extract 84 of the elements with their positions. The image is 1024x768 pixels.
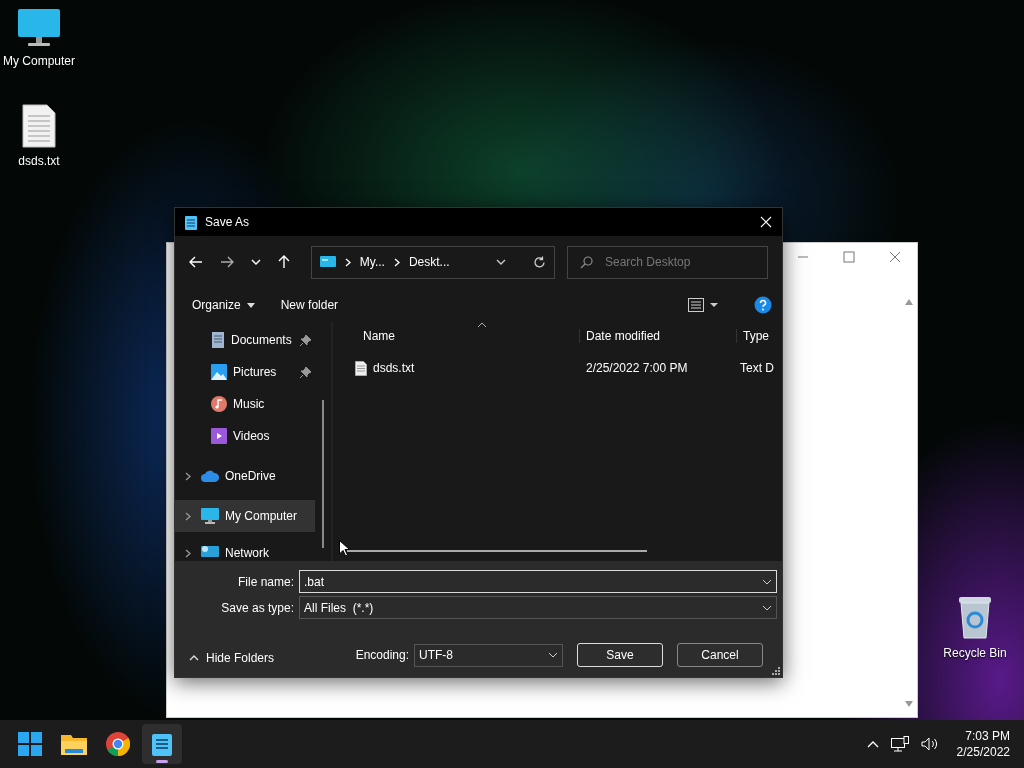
- recycle-bin-icon[interactable]: [957, 596, 993, 640]
- chevron-right-icon[interactable]: [185, 471, 191, 481]
- pin-icon[interactable]: [300, 334, 311, 346]
- folder-icon: [61, 733, 87, 755]
- file-name-label: File name:: [236, 574, 294, 589]
- document-icon: [211, 332, 225, 348]
- chevron-right-icon[interactable]: [185, 511, 191, 521]
- clock-date[interactable]: 2/25/2022: [956, 744, 1010, 760]
- chevron-down-icon: [548, 652, 558, 658]
- save-type-label: Save as type:: [220, 600, 294, 615]
- sort-caret-icon: [478, 322, 486, 327]
- hide-folders-button[interactable]: Hide Folders: [187, 647, 277, 669]
- column-header[interactable]: Date modified: [579, 329, 736, 343]
- nav-item[interactable]: Music: [175, 388, 315, 420]
- cancel-button[interactable]: Cancel: [677, 643, 763, 667]
- save-type-dropdown[interactable]: All Files (*.*): [299, 596, 777, 619]
- column-header[interactable]: Name: [333, 329, 579, 343]
- chevron-down-icon: [762, 604, 772, 611]
- up-arrow-icon[interactable]: [277, 255, 290, 269]
- save-button[interactable]: Save: [577, 643, 663, 667]
- search-box[interactable]: Search Desktop: [567, 245, 768, 279]
- network-icon: [201, 546, 219, 560]
- desktop-icon-label: dsds.txt: [18, 154, 60, 168]
- mouse-pointer-icon: [339, 540, 350, 557]
- resize-grip-icon[interactable]: [772, 667, 780, 675]
- file-date: 2/25/2022 7:00 PM: [585, 361, 689, 375]
- chevron-right-icon: [393, 257, 400, 267]
- chevron-right-icon[interactable]: [185, 548, 191, 558]
- nav-item[interactable]: Network: [175, 540, 315, 561]
- refresh-icon[interactable]: [533, 255, 546, 269]
- notepad-icon: [185, 214, 197, 230]
- new-folder-button[interactable]: New folder: [275, 296, 344, 314]
- search-icon: [580, 255, 593, 269]
- chevron-right-icon: [344, 257, 351, 267]
- document-icon: [355, 360, 367, 376]
- encoding-label: Encoding:: [355, 648, 409, 662]
- file-name-field[interactable]: .bat: [299, 570, 777, 593]
- monitor-icon: [201, 508, 219, 524]
- video-icon: [211, 428, 227, 444]
- notepad-icon: [152, 732, 172, 756]
- scroll-up-icon[interactable]: [905, 299, 913, 305]
- pin-icon[interactable]: [300, 366, 311, 378]
- chevron-up-icon[interactable]: [866, 740, 879, 748]
- scrollbar[interactable]: [347, 550, 647, 552]
- caret-down-icon: [246, 302, 255, 308]
- desktop-icon-label: Recycle Bin: [943, 646, 1007, 660]
- document-icon[interactable]: [22, 104, 56, 148]
- monitor-icon: [319, 255, 336, 269]
- clock-time[interactable]: 7:03 PM: [965, 728, 1010, 744]
- chevron-down-icon: [762, 578, 772, 585]
- breadcrumb-item[interactable]: My...: [359, 255, 385, 269]
- monitor-icon[interactable]: [17, 8, 61, 48]
- address-bar[interactable]: My... Deskt...: [310, 245, 555, 279]
- monitor-network-icon[interactable]: [890, 736, 909, 752]
- breadcrumb-item[interactable]: Deskt...: [408, 255, 450, 269]
- window-title: Save As: [205, 215, 250, 229]
- scroll-down-icon[interactable]: [905, 701, 913, 707]
- column-header[interactable]: Type: [736, 329, 769, 343]
- file-type: Text D: [739, 361, 774, 375]
- organize-button[interactable]: Organize: [187, 296, 260, 314]
- active-indicator: [156, 760, 168, 763]
- music-note-icon: [211, 396, 227, 412]
- nav-item[interactable]: Documents: [175, 324, 315, 356]
- browser-icon: [106, 732, 130, 756]
- speaker-icon[interactable]: [920, 737, 939, 751]
- search-field[interactable]: Search Desktop: [605, 255, 755, 269]
- chevron-down-icon[interactable]: [496, 259, 506, 265]
- taskbar-app[interactable]: [142, 724, 182, 764]
- help-icon[interactable]: [754, 296, 772, 314]
- nav-item[interactable]: OneDrive: [175, 460, 315, 492]
- nav-item[interactable]: Videos: [175, 420, 315, 452]
- chevron-up-icon: [189, 655, 199, 661]
- view-list-icon[interactable]: [688, 298, 718, 312]
- cloud-icon: [201, 470, 219, 482]
- encoding-dropdown[interactable]: UTF-8: [414, 643, 563, 667]
- image-icon: [211, 364, 227, 380]
- forward-icon[interactable]: [219, 256, 234, 268]
- maximize-icon[interactable]: [843, 251, 855, 263]
- nav-item[interactable]: Pictures: [175, 356, 315, 388]
- desktop-icon-label: My Computer: [3, 54, 75, 68]
- nav-item[interactable]: My Computer: [175, 500, 315, 532]
- file-name[interactable]: dsds.txt: [373, 361, 415, 375]
- windows-logo-icon: [18, 732, 42, 756]
- back-icon[interactable]: [189, 256, 203, 268]
